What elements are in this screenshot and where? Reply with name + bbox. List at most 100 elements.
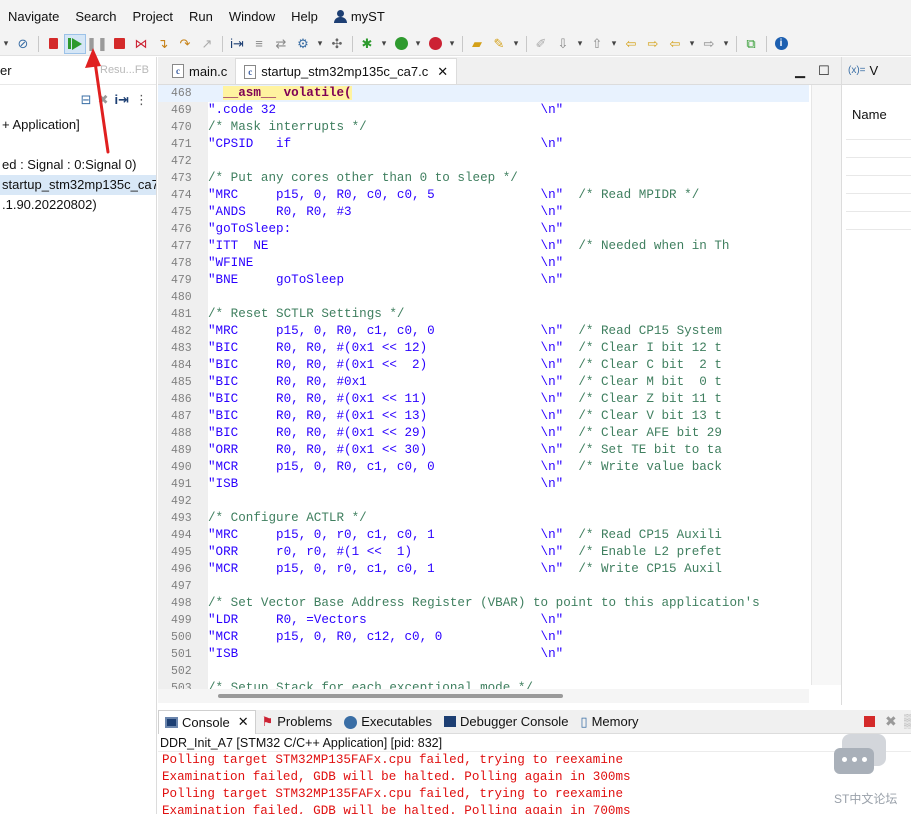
- back-icon[interactable]: ⇦: [664, 34, 686, 54]
- code-line[interactable]: 495 "ORR r0, r0, #(1 << 1) \n" /* Enable …: [158, 544, 809, 561]
- console-output[interactable]: Polling target STM32MP135FAFx.cpu failed…: [158, 752, 911, 814]
- tree-item-gdb[interactable]: .1.90.20220802): [0, 195, 156, 215]
- chevron-down-icon[interactable]: ▾: [314, 34, 326, 54]
- tab-console[interactable]: Console ✕: [158, 709, 256, 734]
- remove-all-terminated-icon[interactable]: ✖: [98, 92, 109, 108]
- code-line[interactable]: 497: [158, 578, 809, 595]
- maximize-icon[interactable]: ☐: [818, 63, 830, 79]
- code-line[interactable]: 481 /* Reset SCTLR Settings */: [158, 306, 809, 323]
- chevron-down-icon[interactable]: ▾: [574, 34, 586, 54]
- tree-item-stack-frame[interactable]: startup_stm32mp135c_ca7: [0, 175, 156, 195]
- menu-search[interactable]: Search: [67, 9, 124, 24]
- debug-icon[interactable]: ✱: [356, 34, 378, 54]
- code-line[interactable]: 500 "MCR p15, 0, R0, c12, c0, 0 \n": [158, 629, 809, 646]
- terminate-icon[interactable]: [108, 34, 130, 54]
- suspend-icon[interactable]: ❚❚: [86, 34, 108, 54]
- chevron-down-icon[interactable]: ▾: [686, 34, 698, 54]
- code-line[interactable]: 473 /* Put any cores other than 0 to slee…: [158, 170, 809, 187]
- external-tools-icon[interactable]: [424, 34, 446, 54]
- debug-stop-icon[interactable]: [42, 34, 64, 54]
- tab-debugger-console[interactable]: Debugger Console: [438, 710, 574, 734]
- user-menu[interactable]: myST: [326, 9, 393, 24]
- code-editor[interactable]: 468 __asm__ volatile(469 ".code 32 \n" 470…: [158, 85, 841, 703]
- code-line[interactable]: 501 "ISB \n": [158, 646, 809, 663]
- code-line[interactable]: 470 /* Mask interrupts */: [158, 119, 809, 136]
- code-area[interactable]: 468 __asm__ volatile(469 ".code 32 \n" 470…: [158, 85, 809, 697]
- run-icon[interactable]: [390, 34, 412, 54]
- close-icon[interactable]: ✕: [238, 714, 249, 730]
- chevron-down-icon[interactable]: ▾: [720, 34, 732, 54]
- menu-navigate[interactable]: Navigate: [0, 9, 67, 24]
- code-line[interactable]: 471 "CPSID if \n": [158, 136, 809, 153]
- close-icon[interactable]: ✕: [437, 64, 448, 80]
- chevron-down-icon[interactable]: ▾: [0, 34, 12, 54]
- code-line[interactable]: 484 "BIC R0, R0, #(0x1 << 2) \n" /* Clear…: [158, 357, 809, 374]
- code-line[interactable]: 494 "MRC p15, 0, r0, c1, c0, 1 \n" /* Rea…: [158, 527, 809, 544]
- scroll-thumb[interactable]: [218, 694, 563, 698]
- chevron-down-icon[interactable]: ▾: [510, 34, 522, 54]
- restart-icon[interactable]: ⇄: [270, 34, 292, 54]
- chevron-down-icon[interactable]: ▾: [412, 34, 424, 54]
- menu-project[interactable]: Project: [125, 9, 181, 24]
- code-line[interactable]: 482 "MRC p15, 0, R0, c1, c0, 0 \n" /* Rea…: [158, 323, 809, 340]
- code-line[interactable]: 493 /* Configure ACTLR */: [158, 510, 809, 527]
- menu-help[interactable]: Help: [283, 9, 326, 24]
- minimize-icon[interactable]: ▁: [795, 63, 805, 79]
- chevron-down-icon[interactable]: ▾: [378, 34, 390, 54]
- code-line[interactable]: 480: [158, 289, 809, 306]
- tab-memory[interactable]: ▯ Memory: [574, 710, 644, 734]
- code-line[interactable]: 496 "MCR p15, 0, r0, c1, c0, 1 \n" /* Wri…: [158, 561, 809, 578]
- code-line[interactable]: 489 "ORR R0, R0, #(0x1 << 30) \n" /* Set …: [158, 442, 809, 459]
- open-folder-icon[interactable]: ▰: [466, 34, 488, 54]
- step-over-icon[interactable]: ↷: [174, 34, 196, 54]
- chevron-down-icon[interactable]: ▾: [446, 34, 458, 54]
- annotation-icon[interactable]: ✐: [530, 34, 552, 54]
- code-line[interactable]: 474 "MRC p15, 0, R0, c0, c0, 5 \n" /* Rea…: [158, 187, 809, 204]
- step-into-icon[interactable]: ↴: [152, 34, 174, 54]
- tab-executables[interactable]: Executables: [338, 710, 438, 734]
- menu-window[interactable]: Window: [221, 9, 283, 24]
- code-line[interactable]: 469 ".code 32 \n": [158, 102, 809, 119]
- use-step-filters-icon[interactable]: ≡: [248, 34, 270, 54]
- code-line[interactable]: 502: [158, 663, 809, 680]
- code-line[interactable]: 485 "BIC R0, R0, #0x1 \n" /* Clear M bit …: [158, 374, 809, 391]
- view-menu-icon[interactable]: ▒: [904, 713, 911, 728]
- code-line[interactable]: 475 "ANDS R0, R0, #3 \n": [158, 204, 809, 221]
- code-line[interactable]: 487 "BIC R0, R0, #(0x1 << 13) \n" /* Clea…: [158, 408, 809, 425]
- terminate-icon[interactable]: [864, 716, 875, 727]
- open-perspective-icon[interactable]: ⧉: [740, 34, 762, 54]
- instruction-step-icon[interactable]: i⇥: [226, 34, 248, 54]
- code-line[interactable]: 498 /* Set Vector Base Address Register (…: [158, 595, 809, 612]
- tab-problems[interactable]: ⚑ Problems: [256, 710, 339, 734]
- code-line[interactable]: 486 "BIC R0, R0, #(0x1 << 11) \n" /* Clea…: [158, 391, 809, 408]
- skip-breakpoints-icon[interactable]: ⊘: [12, 34, 34, 54]
- forward-icon[interactable]: ⇨: [698, 34, 720, 54]
- build-icon[interactable]: ⚙: [292, 34, 314, 54]
- variables-tab[interactable]: (x)= V: [842, 57, 911, 85]
- code-line[interactable]: 483 "BIC R0, R0, #(0x1 << 12) \n" /* Clea…: [158, 340, 809, 357]
- chevron-down-icon[interactable]: ▾: [608, 34, 620, 54]
- code-line[interactable]: 488 "BIC R0, R0, #(0x1 << 29) \n" /* Clea…: [158, 425, 809, 442]
- tab-startup-file[interactable]: c startup_stm32mp135c_ca7.c ✕: [235, 58, 458, 84]
- search-icon[interactable]: ✎: [488, 34, 510, 54]
- code-line[interactable]: 492: [158, 493, 809, 510]
- last-edit-icon[interactable]: ⇦: [620, 34, 642, 54]
- code-line[interactable]: 476 "goToSleep: \n": [158, 221, 809, 238]
- instruction-step-icon[interactable]: i⇥: [114, 92, 129, 108]
- prev-annotation-icon[interactable]: ⇧: [586, 34, 608, 54]
- tree-item-thread[interactable]: ed : Signal : 0:Signal 0): [0, 155, 156, 175]
- code-line[interactable]: 490 "MCR p15, 0, R0, c1, c0, 0 \n" /* Wri…: [158, 459, 809, 476]
- tab-main-c[interactable]: c main.c: [164, 58, 235, 84]
- next-annotation-icon[interactable]: ⇩: [552, 34, 574, 54]
- tree-item-application[interactable]: + Application]: [0, 115, 156, 135]
- code-line[interactable]: 491 "ISB \n": [158, 476, 809, 493]
- step-return-icon[interactable]: ↗: [196, 34, 218, 54]
- resume-icon[interactable]: [64, 33, 86, 54]
- code-line[interactable]: 472: [158, 153, 809, 170]
- code-line[interactable]: 468 __asm__ volatile(: [158, 85, 809, 102]
- menu-run[interactable]: Run: [181, 9, 221, 24]
- disconnect-icon[interactable]: ⋈: [130, 34, 152, 54]
- remove-launch-icon[interactable]: ✖: [885, 713, 897, 730]
- info-icon[interactable]: i: [770, 34, 792, 54]
- code-line[interactable]: 479 "BNE goToSleep \n": [158, 272, 809, 289]
